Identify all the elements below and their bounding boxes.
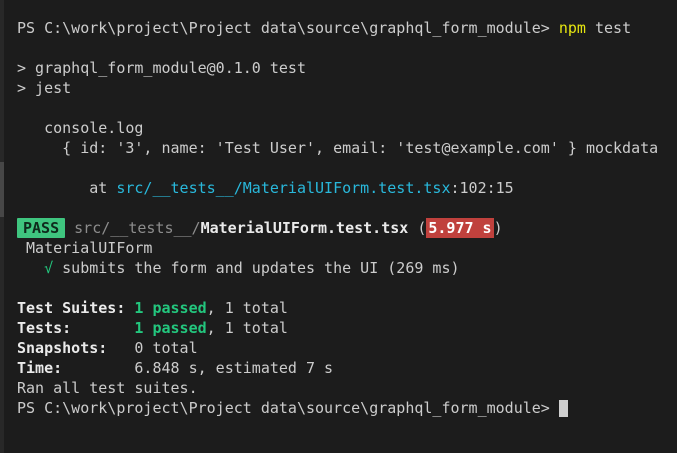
text-segment: test: [585, 19, 632, 37]
text-segment: 0 total: [134, 339, 198, 357]
scrollbar-thumb[interactable]: [0, 162, 4, 217]
pass-badge: PASS: [17, 218, 66, 238]
terminal[interactable]: PS C:\work\project\Project data\source\g…: [0, 0, 677, 453]
prompt-line-command: PS C:\work\project\Project data\source\g…: [17, 18, 677, 38]
scrollbar-track[interactable]: [0, 0, 4, 453]
text-segment: ): [493, 219, 503, 237]
text-segment: [17, 259, 44, 277]
prompt-line-final: PS C:\work\project\Project data\source\g…: [17, 398, 677, 418]
check-icon: √: [44, 259, 54, 277]
console-log-label: console.log: [17, 118, 677, 138]
summary-snapshots-line: Snapshots: 0 total: [17, 338, 677, 358]
text-segment: , 1 total: [206, 299, 288, 317]
text-segment: , 1 total: [206, 319, 288, 337]
text-segment: { id: '3', name: 'Test User', email: 'te…: [17, 139, 659, 157]
text-segment: :102:15: [450, 179, 514, 197]
text-segment: Time:: [17, 359, 135, 377]
text-segment: src/__tests__/: [74, 219, 201, 237]
text-segment: MaterialUIForm: [17, 239, 153, 257]
pass-result-line: PASS src/__tests__/MaterialUIForm.test.t…: [17, 218, 677, 238]
text-segment: PS C:\work\project\Project data\source\g…: [17, 399, 559, 417]
text-segment: Tests:: [17, 319, 135, 337]
terminal-cursor: [558, 400, 568, 417]
jest-command-line: > jest: [17, 78, 677, 98]
text-segment: Test Suites:: [17, 299, 135, 317]
time-badge: 5.977 s: [426, 218, 494, 238]
text-segment: npm: [558, 19, 586, 37]
console-log-output: { id: '3', name: 'Test User', email: 'te…: [17, 138, 677, 158]
text-segment: Snapshots:: [17, 339, 135, 357]
stack-location-line: at src/__tests__/MaterialUIForm.test.tsx…: [17, 178, 677, 198]
text-segment: > jest: [17, 79, 72, 97]
summary-time-line: Time: 6.848 s, estimated 7 s: [17, 358, 677, 378]
test-case-result-line: √ submits the form and updates the UI (2…: [17, 258, 677, 278]
text-segment: (: [408, 219, 427, 237]
text-segment: src/__tests__/MaterialUIForm.test.tsx: [116, 179, 451, 197]
text-segment: PS C:\work\project\Project data\source\g…: [17, 19, 559, 37]
terminal-output: PS C:\work\project\Project data\source\g…: [17, 18, 677, 418]
describe-title-line: MaterialUIForm: [17, 238, 677, 258]
text-segment: Ran all test suites.: [17, 379, 198, 397]
summary-suites-line: Test Suites: 1 passed, 1 total: [17, 298, 677, 318]
text-segment: submits the form and updates the UI (269…: [53, 259, 460, 277]
text-segment: [65, 219, 74, 237]
text-segment: 1 passed: [134, 299, 207, 317]
summary-ran-line: Ran all test suites.: [17, 378, 677, 398]
summary-tests-line: Tests: 1 passed, 1 total: [17, 318, 677, 338]
npm-script-line: > graphql_form_module@0.1.0 test: [17, 58, 677, 78]
text-segment: at: [17, 179, 117, 197]
text-segment: console.log: [17, 119, 144, 137]
text-segment: 1 passed: [134, 319, 207, 337]
text-segment: 6.848 s, estimated 7 s: [134, 359, 334, 377]
text-segment: > graphql_form_module@0.1.0 test: [17, 59, 306, 77]
text-segment: MaterialUIForm.test.tsx: [200, 219, 409, 237]
